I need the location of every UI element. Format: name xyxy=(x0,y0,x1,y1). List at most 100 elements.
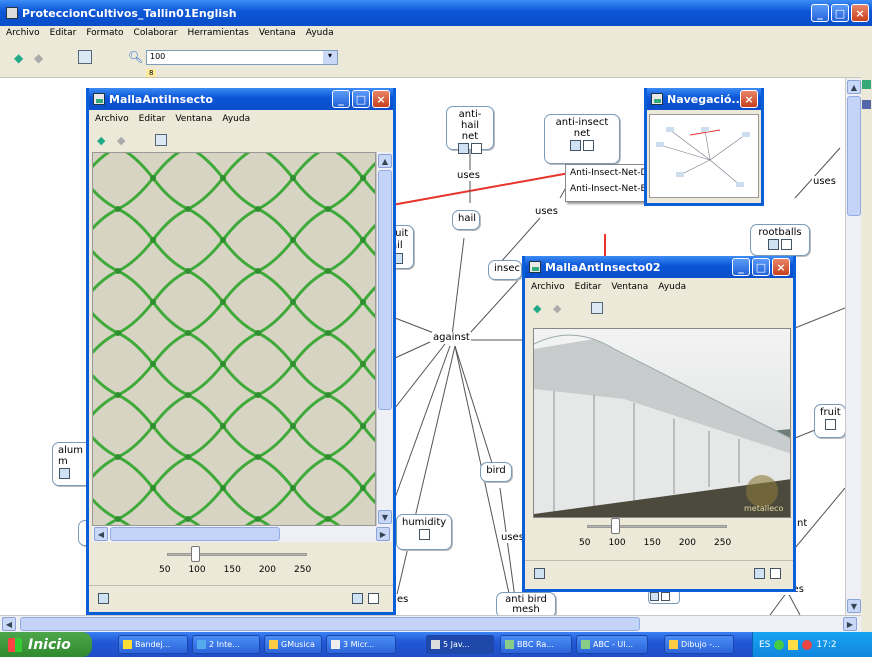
menu-editar[interactable]: Editar xyxy=(50,28,77,40)
forward-icon[interactable]: ◆ xyxy=(553,302,561,315)
document-icon[interactable] xyxy=(661,592,670,601)
clock[interactable]: 17:2 xyxy=(816,640,836,650)
tray-icon[interactable] xyxy=(774,639,785,650)
menu-ayuda[interactable]: Ayuda xyxy=(658,282,686,292)
start-button[interactable]: Inicio xyxy=(0,632,92,657)
menu-ventana[interactable]: Ventana xyxy=(259,28,296,40)
document-icon[interactable] xyxy=(824,419,836,430)
node-bird[interactable]: bird xyxy=(480,462,512,482)
taskbar-item[interactable]: GMusica xyxy=(264,635,322,654)
menu-colaborar[interactable]: Colaborar xyxy=(134,28,178,40)
win1-vertical-scrollbar[interactable]: ▲ ▼ xyxy=(376,152,392,526)
chevron-down-icon[interactable]: ▾ xyxy=(323,51,337,64)
taskbar-item[interactable]: 2 Inte... xyxy=(192,635,260,654)
document-icon[interactable] xyxy=(781,239,792,250)
document-icon[interactable] xyxy=(418,529,430,540)
image-icon[interactable] xyxy=(352,593,363,604)
document-icon[interactable] xyxy=(770,568,781,579)
menu-archivo[interactable]: Archivo xyxy=(531,282,565,292)
win1-zoom-slider-knob[interactable] xyxy=(191,546,200,562)
taskbar-item[interactable]: BBC Ra... xyxy=(500,635,572,654)
menu-archivo[interactable]: Archivo xyxy=(6,28,40,40)
node-hail[interactable]: hail xyxy=(452,210,480,230)
main-vertical-scrollbar[interactable]: ▲ ▼ xyxy=(845,78,861,615)
view-icon[interactable] xyxy=(155,134,167,146)
menu-ventana[interactable]: Ventana xyxy=(611,282,648,292)
close-button[interactable]: × xyxy=(851,4,869,22)
back-icon[interactable]: ◆ xyxy=(97,134,105,147)
menu-editar[interactable]: Editar xyxy=(139,114,166,124)
taskbar-item[interactable]: Bandej... xyxy=(118,635,188,654)
image-icon[interactable] xyxy=(59,468,70,479)
menu-ventana[interactable]: Ventana xyxy=(175,114,212,124)
minimize-button[interactable]: _ xyxy=(811,4,829,22)
scroll-right-button[interactable]: ▶ xyxy=(843,617,857,631)
forward-icon[interactable]: ◆ xyxy=(117,134,125,147)
taskbar-item[interactable]: 5 Jav... xyxy=(426,635,494,654)
network-icon[interactable] xyxy=(534,568,545,579)
maximize-button[interactable]: □ xyxy=(752,258,770,276)
win1-zoom-slider[interactable] xyxy=(167,553,307,556)
node-anti-hail-net[interactable]: anti-hail net xyxy=(446,106,494,154)
node-anti-insect-net[interactable]: anti-insect net xyxy=(544,114,620,164)
taskbar-item[interactable]: ABC - Ul... xyxy=(576,635,648,654)
maximize-button[interactable]: □ xyxy=(352,90,370,108)
side-panel-icon[interactable] xyxy=(862,80,871,89)
document-icon[interactable] xyxy=(368,593,379,604)
menu-ayuda[interactable]: Ayuda xyxy=(306,28,334,40)
scroll-up-button[interactable]: ▲ xyxy=(847,80,861,94)
node-humidity[interactable]: humidity xyxy=(396,514,452,550)
zoom-select[interactable]: 100 ▾ xyxy=(146,50,338,65)
forward-icon[interactable]: ◆ xyxy=(34,51,43,65)
taskbar-item[interactable]: Dibujo -... xyxy=(664,635,734,654)
close-button[interactable]: × xyxy=(372,90,390,108)
node-insect[interactable]: insec xyxy=(488,260,522,280)
win2-zoom-slider[interactable] xyxy=(587,525,727,528)
node-rootballs[interactable]: rootballs xyxy=(750,224,810,256)
image-icon[interactable] xyxy=(754,568,765,579)
view-icon[interactable] xyxy=(78,50,92,64)
tray-icon[interactable] xyxy=(788,639,799,650)
image-icon[interactable] xyxy=(458,143,469,154)
language-indicator[interactable]: ES xyxy=(759,640,770,650)
close-button[interactable]: × xyxy=(772,258,790,276)
minimize-button[interactable]: _ xyxy=(332,90,350,108)
tray-icon[interactable] xyxy=(802,639,813,650)
taskbar-item[interactable]: 3 Micr... xyxy=(326,635,396,654)
document-icon[interactable] xyxy=(583,140,594,151)
scroll-down-button[interactable]: ▼ xyxy=(847,599,861,613)
maximize-button[interactable]: □ xyxy=(831,4,849,22)
scroll-left-button[interactable]: ◀ xyxy=(94,527,108,541)
image-icon[interactable] xyxy=(768,239,779,250)
image-icon[interactable] xyxy=(650,592,659,601)
menu-formato[interactable]: Formato xyxy=(86,28,123,40)
hscroll-thumb[interactable] xyxy=(110,527,280,541)
node-against[interactable]: against xyxy=(432,332,471,343)
back-icon[interactable]: ◆ xyxy=(14,51,23,65)
close-button[interactable]: × xyxy=(740,90,758,108)
menu-ayuda[interactable]: Ayuda xyxy=(222,114,250,124)
view-icon[interactable] xyxy=(591,302,603,314)
win1-horizontal-scrollbar[interactable]: ◀ ▶ xyxy=(92,526,392,542)
scroll-down-button[interactable]: ▼ xyxy=(378,510,392,524)
node-fruit[interactable]: fruit xyxy=(814,404,846,438)
menu-editar[interactable]: Editar xyxy=(575,282,602,292)
scroll-thumb[interactable] xyxy=(847,96,861,216)
node-partial-bottom[interactable] xyxy=(648,590,680,604)
map-thumbnail[interactable] xyxy=(649,114,759,198)
scroll-left-button[interactable]: ◀ xyxy=(2,617,16,631)
side-panel-icon[interactable] xyxy=(862,100,871,109)
win2-zoom-slider-knob[interactable] xyxy=(611,518,620,534)
minimize-button[interactable]: _ xyxy=(732,258,750,276)
scroll-thumb[interactable] xyxy=(378,170,392,410)
menu-herramientas[interactable]: Herramientas xyxy=(188,28,249,40)
back-icon[interactable]: ◆ xyxy=(533,302,541,315)
scroll-up-button[interactable]: ▲ xyxy=(378,154,392,168)
network-icon[interactable] xyxy=(98,593,109,604)
document-icon[interactable] xyxy=(471,143,482,154)
main-horizontal-scrollbar[interactable]: ◀ ▶ xyxy=(0,615,861,632)
image-icon[interactable] xyxy=(570,140,581,151)
hscroll-thumb[interactable] xyxy=(20,617,640,631)
menu-archivo[interactable]: Archivo xyxy=(95,114,129,124)
scroll-right-button[interactable]: ▶ xyxy=(376,527,390,541)
